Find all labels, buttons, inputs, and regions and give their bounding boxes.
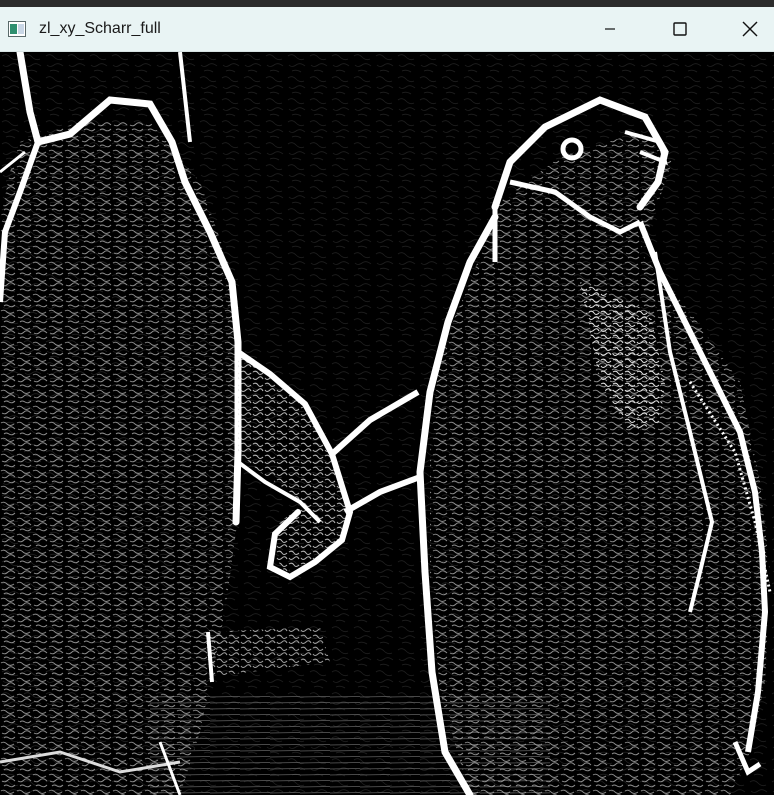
minimize-icon — [604, 23, 616, 35]
minimize-button[interactable] — [582, 7, 638, 51]
image-canvas[interactable] — [0, 52, 774, 795]
window-titlebar[interactable]: zl_xy_Scharr_full — [0, 7, 774, 52]
app-window-icon — [8, 21, 26, 37]
maximize-button[interactable] — [652, 7, 708, 51]
maximize-icon — [673, 22, 687, 36]
close-icon — [742, 21, 758, 37]
edge-image — [0, 52, 774, 795]
window-top-border — [0, 0, 774, 7]
window-title: zl_xy_Scharr_full — [39, 20, 161, 37]
close-button[interactable] — [722, 7, 774, 51]
